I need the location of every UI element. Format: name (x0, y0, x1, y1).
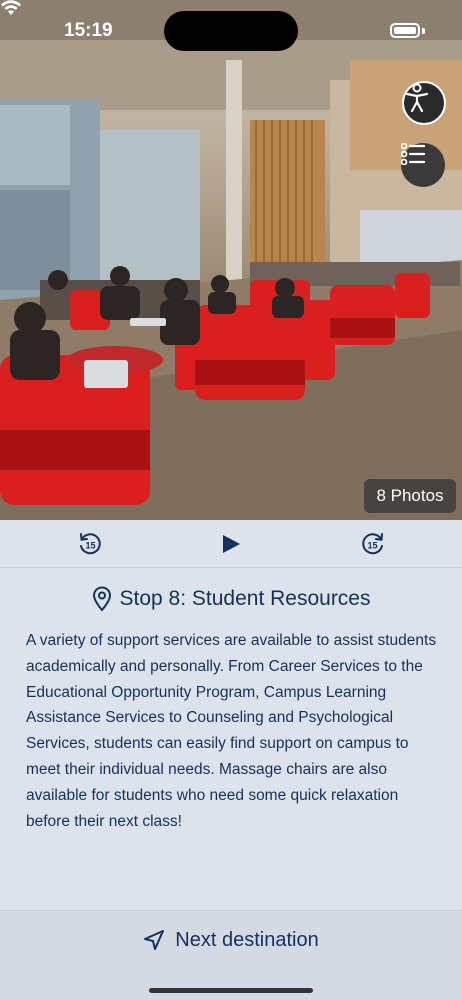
bottom-bar: Next destination (0, 910, 462, 1000)
audio-controls: 15 15 (0, 520, 462, 568)
rewind-15-button[interactable]: 15 (76, 530, 104, 558)
rewind-seconds: 15 (85, 541, 95, 551)
list-icon (401, 143, 425, 165)
stop-description: A variety of support services are availa… (26, 632, 437, 830)
battery-nub (422, 28, 425, 34)
stop-photo[interactable]: 15:19 8 Photos (0, 0, 462, 520)
next-destination-button[interactable]: Next destination (0, 925, 462, 955)
photo-count-button[interactable]: 8 Photos (364, 479, 456, 513)
location-pin-icon (92, 586, 111, 612)
battery-icon (390, 23, 420, 38)
forward-seconds: 15 (367, 541, 377, 551)
play-button[interactable] (217, 530, 245, 558)
status-time: 15:19 (64, 20, 113, 41)
home-indicator[interactable] (149, 988, 313, 993)
photo-illustration (0, 0, 462, 520)
stop-header: Stop 8: Student Resources (0, 584, 462, 614)
rewind-icon: 15 (80, 533, 101, 555)
wifi-icon (1, 0, 21, 15)
dynamic-island (164, 11, 298, 51)
stop-title: Stop 8: Student Resources (119, 587, 371, 610)
forward-15-button[interactable]: 15 (359, 530, 387, 558)
accessibility-icon (405, 83, 429, 113)
status-bar: 15:19 (0, 0, 462, 60)
accessibility-button[interactable] (402, 81, 446, 125)
play-icon (223, 535, 240, 553)
stops-list-button[interactable] (401, 143, 445, 187)
next-destination-label: Next destination (175, 928, 319, 951)
forward-icon: 15 (362, 533, 383, 555)
navigation-arrow-icon (144, 930, 165, 950)
